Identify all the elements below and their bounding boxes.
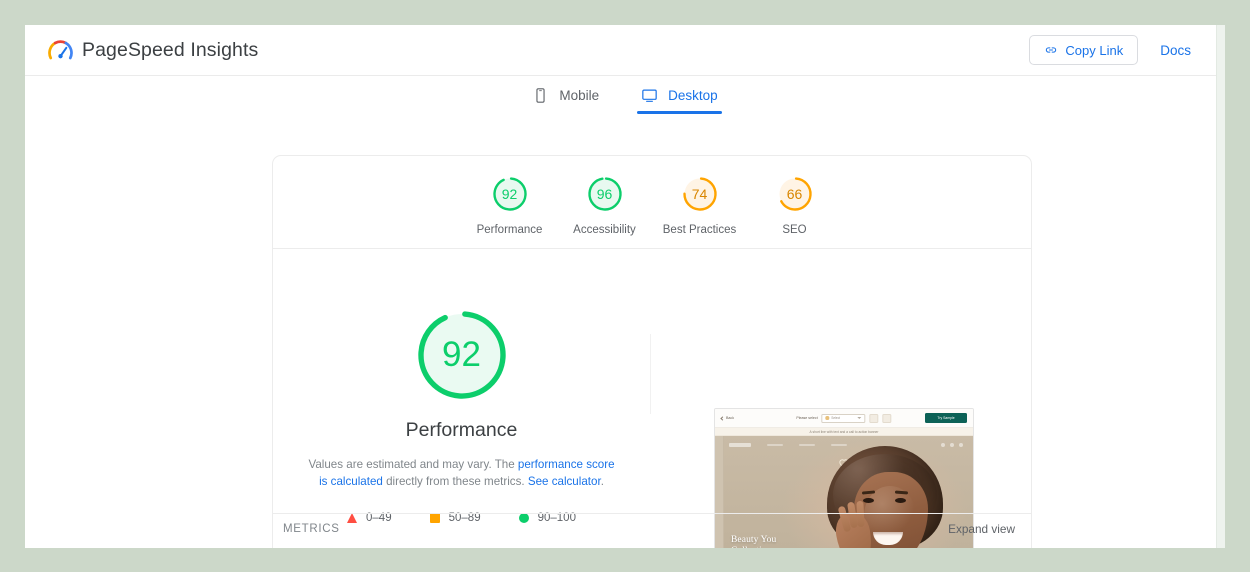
see-calculator-link[interactable]: See calculator [528,475,601,488]
model-eye-right [895,498,906,503]
link-icon [1046,47,1057,53]
site-center-label: Please select [796,416,818,420]
tab-active-underline [637,111,722,114]
model-eye-left [863,498,874,503]
description-text-2: directly from these metrics. [382,475,528,488]
tab-desktop[interactable]: Desktop [637,87,722,114]
pagespeed-gauge-logo-icon [48,39,73,59]
site-back-link: Back [720,415,734,421]
chevron-left-icon [720,415,725,421]
app-title: PageSpeed Insights [82,38,259,61]
hero-nav-item [767,443,783,447]
site-cta-button: Try Sample [925,413,967,423]
hero-logo [729,443,751,447]
site-cart-icon [869,413,879,423]
site-select-value: Select [831,416,841,420]
score-gauge-label: Accessibility [573,224,636,236]
brand: PageSpeed Insights [48,38,258,63]
performance-gauge: 92 [412,305,512,405]
category-score-strip: 92 Performance 96 Accessibility 74 Best … [273,156,1031,249]
performance-summary: 92 Performance Values are estimated and … [273,249,650,524]
score-gauge-accessibility[interactable]: 96 Accessibility [557,174,652,236]
expand-view-button[interactable]: Expand view [948,522,1015,536]
site-user-icon [882,413,892,423]
app-header: PageSpeed Insights Copy Link Docs [25,25,1225,76]
score-gauge-seo[interactable]: 66 SEO [747,174,842,236]
desktop-monitor-icon [642,89,657,102]
tab-mobile-label: Mobile [559,88,600,103]
mini-gauge-score: 66 [786,186,803,202]
score-gauge-label: SEO [782,224,807,236]
site-select-dropdown: Select [821,413,866,423]
mini-gauge-score: 96 [596,186,613,202]
page-scrollbar[interactable] [1216,25,1225,548]
performance-title: Performance [405,419,518,441]
pagespeed-insights-page: PageSpeed Insights Copy Link Docs Mobile [25,25,1225,548]
score-gauge-label: Best Practices [662,224,737,236]
mini-gauge-score: 74 [691,186,708,202]
performance-score-value: 92 [442,335,481,374]
docs-link[interactable]: Docs [1138,43,1201,58]
mini-gauge-ring: 66 [775,174,815,214]
tab-desktop-label: Desktop [668,88,718,103]
chevron-down-icon [857,417,862,419]
mini-gauge-ring: 96 [585,174,625,214]
site-back-label: Back [726,416,734,420]
copy-link-button[interactable]: Copy Link [1029,35,1139,65]
tab-mobile[interactable]: Mobile [528,87,603,114]
performance-section: 92 Performance Values are estimated and … [273,249,1031,548]
header-actions: Copy Link Docs [1029,35,1201,65]
mini-gauge-score: 92 [501,186,518,202]
site-topbar-center: Please select Select [796,413,892,423]
swatch-dot-icon [825,416,830,420]
metrics-label: METRICS [283,522,340,535]
mini-gauge-ring: 74 [680,174,720,214]
section-divider [650,334,651,414]
score-gauge-label: Performance [476,224,543,236]
form-factor-tabs: Mobile Desktop [25,76,1225,124]
site-topbar: Back Please select Select Try Sample [715,409,973,428]
site-announcement-bar: A short line with text and a call to act… [715,428,973,436]
results-card: 92 Performance 96 Accessibility 74 Best … [272,155,1032,548]
score-gauge-best-practices[interactable]: 74 Best Practices [652,174,747,236]
description-text-3: . [600,475,604,488]
description-text-1: Values are estimated and may vary. The [308,458,518,471]
copy-link-label: Copy Link [1065,42,1124,58]
mini-gauge-ring: 92 [490,174,530,214]
metrics-footer: METRICS Expand view [273,513,1031,543]
performance-description: Values are estimated and may vary. The p… [306,456,618,490]
mobile-phone-icon [536,88,545,103]
score-gauge-performance[interactable]: 92 Performance [462,174,557,236]
